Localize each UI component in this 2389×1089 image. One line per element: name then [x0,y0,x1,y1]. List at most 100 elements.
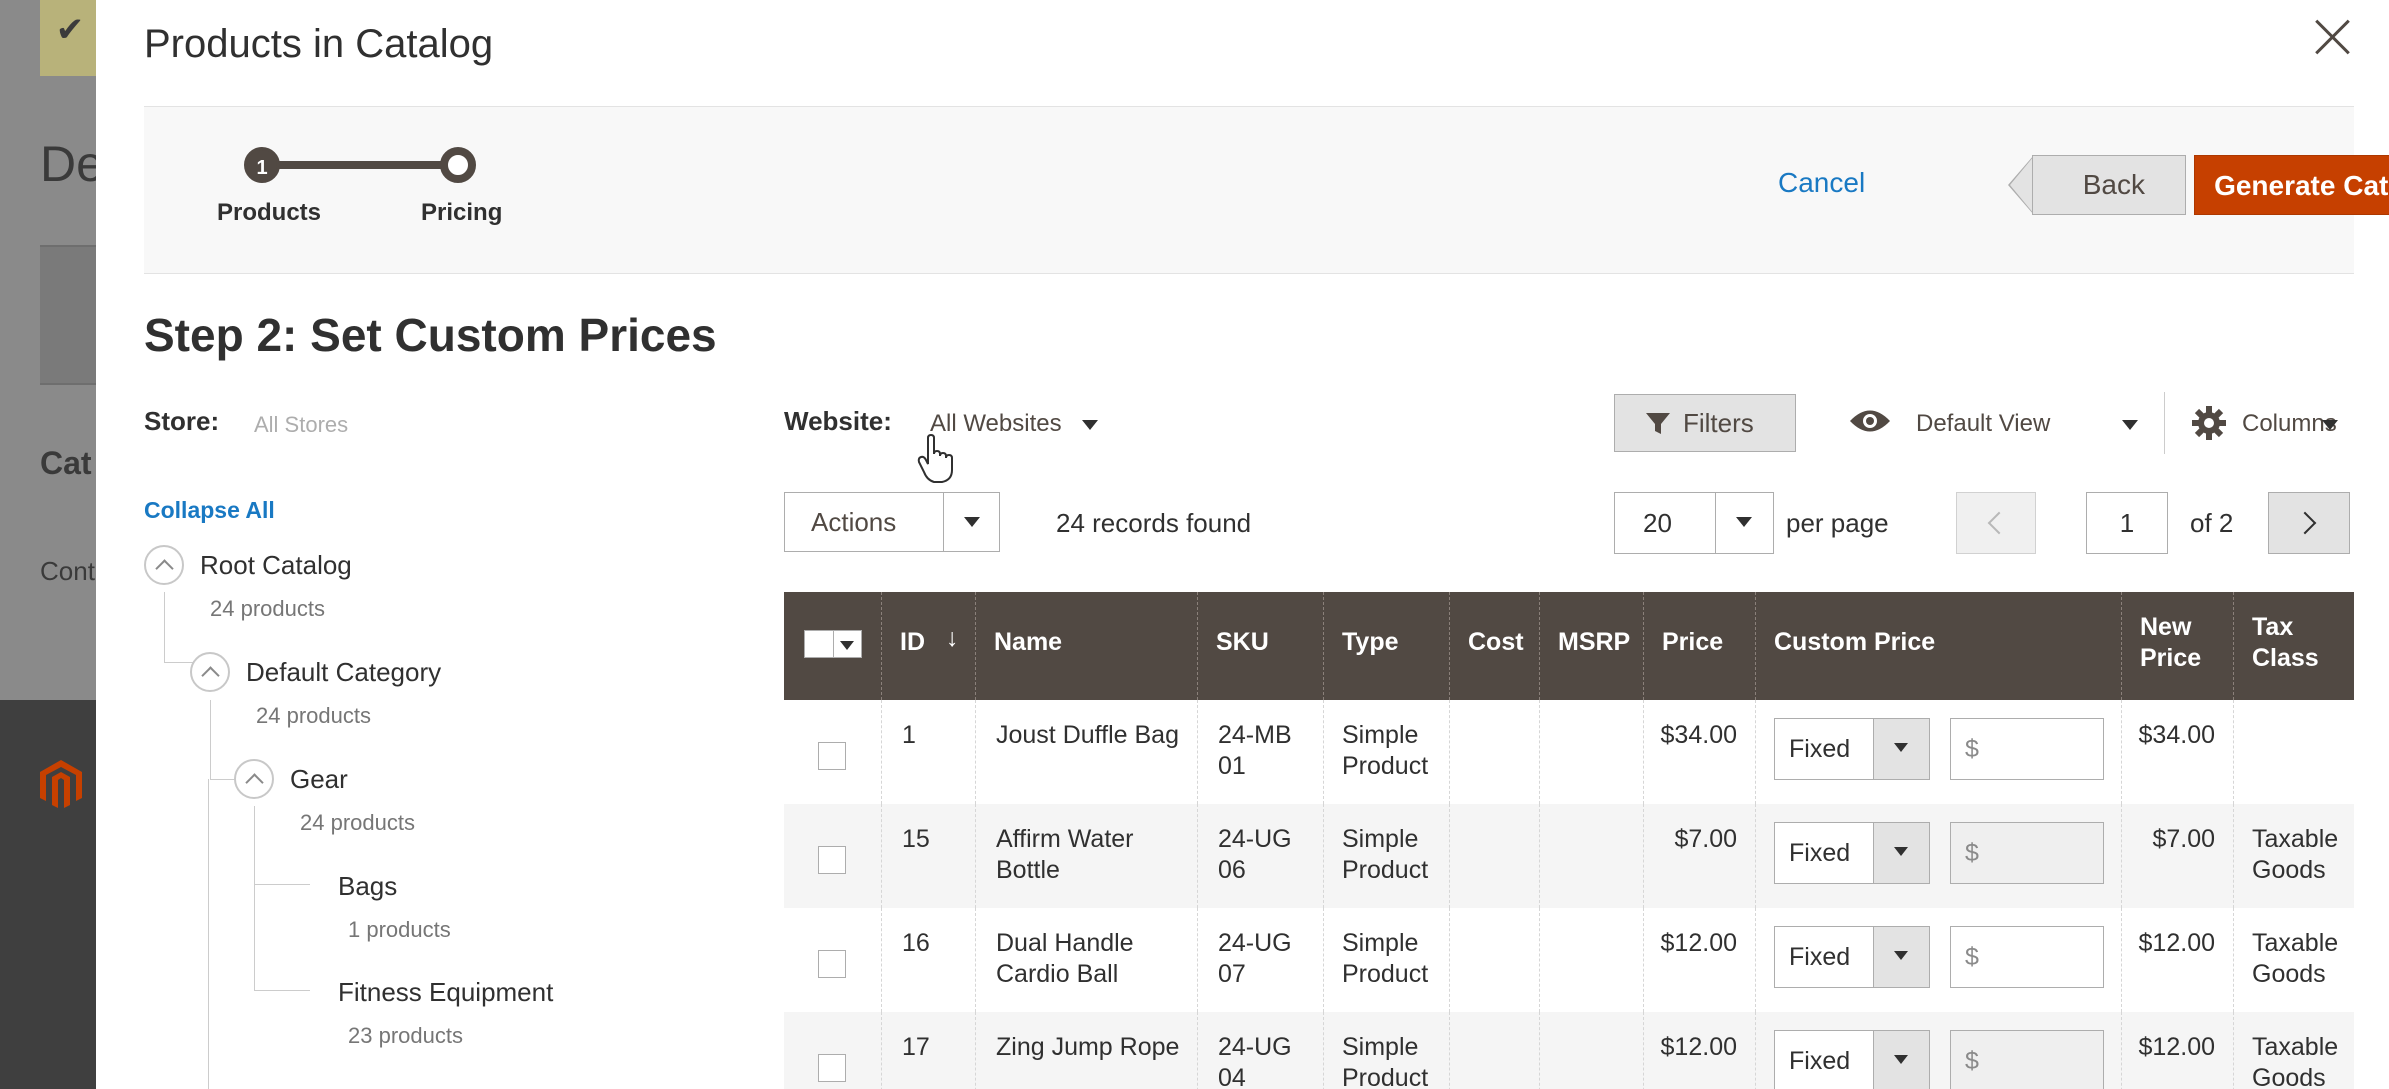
cell-tax-class: Taxable Goods [2252,929,2339,988]
custom-price-type-select[interactable]: Fixed [1774,1030,1930,1089]
actions-select[interactable]: Actions [784,492,1000,552]
gear-icon[interactable] [2192,406,2226,440]
total-pages-label: of 2 [2190,508,2234,538]
tree-connector [210,700,211,780]
chevron-down-icon [1894,951,1908,960]
per-page-select[interactable]: 20 [1614,492,1774,554]
column-header-sku[interactable]: SKU [1198,592,1324,700]
tree-node-bags[interactable]: Bags [338,871,397,902]
page-number-input[interactable]: 1 [2086,492,2168,554]
column-header-type[interactable]: Type [1324,592,1450,700]
wizard-progress-line [264,161,460,169]
sort-arrow-icon: ↓ [946,624,959,652]
cell-sku: 24-UG07 [1198,908,1324,1012]
cell-name: Zing Jump Rope [976,1012,1198,1089]
column-header-cost[interactable]: Cost [1450,592,1540,700]
chevron-right-icon[interactable] [2268,492,2350,554]
actions-arrow[interactable] [943,493,999,551]
close-icon[interactable] [2308,12,2358,62]
custom-price-type-select[interactable]: Fixed [1774,926,1930,988]
chevron-down-icon [1736,517,1752,527]
cell-name: Affirm Water Bottle [976,804,1198,908]
wizard-step-1-indicator[interactable]: 1 [244,147,280,183]
store-switcher[interactable]: All Stores [254,412,348,438]
column-header-new-price[interactable]: New Price [2122,592,2234,700]
wizard-step-pricing[interactable]: Pricing [421,199,502,227]
tree-toggle-default-category[interactable] [190,652,230,692]
row-checkbox[interactable] [818,846,846,874]
custom-price-input[interactable]: $ [1950,718,2104,780]
row-checkbox[interactable] [818,1054,846,1082]
custom-price-input[interactable]: $ [1950,926,2104,988]
tree-node-gear[interactable]: Gear [290,764,348,795]
tree-toggle-root-catalog[interactable] [144,545,184,585]
column-header-name[interactable]: Name [976,592,1198,700]
cell-custom-price: Fixed $ [1756,700,2122,804]
cell-custom-price: Fixed $ [1756,1012,2122,1089]
wizard-step-panel: 1 Products Pricing Cancel Back Generate … [144,106,2389,274]
column-header-id[interactable]: ID ↓ [882,592,976,700]
cell-price: $12.00 [1644,908,1756,1012]
default-view-dropdown[interactable]: Default View [1916,410,2050,438]
store-label: Store: [144,406,220,436]
cancel-button[interactable]: Cancel [1778,167,1865,199]
chevron-down-icon [964,517,980,527]
generate-catalog-button[interactable]: Generate Catalog [2194,155,2389,215]
custom-price-type-select[interactable]: Fixed [1774,822,1930,884]
column-header-custom-price[interactable]: Custom Price [1756,592,2122,700]
chevron-left-icon[interactable] [1956,492,2036,554]
cell-price: $7.00 [1644,804,1756,908]
cell-custom-price: Fixed $ [1756,804,2122,908]
cell-type: Simple Product [1324,804,1450,908]
chevron-down-icon[interactable] [1082,420,1098,430]
tree-node-default-category[interactable]: Default Category [246,657,441,688]
filter-icon [1646,413,1670,434]
chevron-down-icon [1894,1055,1908,1064]
back-button-arrow-fill[interactable] [2010,156,2034,214]
background-panel [40,245,100,385]
custom-price-input[interactable]: $ [1950,822,2104,884]
check-icon: ✔ [40,0,100,76]
tree-count: 24 products [300,810,415,835]
row-select-cell [784,908,882,1012]
custom-price-input[interactable]: $ [1950,1030,2104,1089]
wizard-step-products[interactable]: Products [217,199,321,227]
per-page-arrow[interactable] [1715,493,1773,553]
cell-type: Simple Product [1324,1012,1450,1089]
cell-cost [1450,1012,1540,1089]
cell-sku: 24-UG04 [1198,1012,1324,1089]
collapse-all-link[interactable]: Collapse All [144,497,275,524]
cell-name: Dual Handle Cardio Ball [976,908,1198,1012]
custom-price-type-select[interactable]: Fixed [1774,718,1930,780]
cell-cost [1450,700,1540,804]
chevron-down-icon[interactable] [2322,420,2338,430]
mass-select-checkbox[interactable] [804,630,862,658]
row-checkbox[interactable] [818,950,846,978]
toolbar-divider [2164,392,2165,454]
back-button[interactable]: Back [2032,155,2186,215]
background-content-label: Cont [40,556,95,586]
tree-count: 24 products [210,596,325,621]
cell-new-price: $12.00 [2122,908,2234,1012]
column-header-msrp[interactable]: MSRP [1540,592,1644,700]
tree-toggle-gear[interactable] [234,759,274,799]
tree-connector [254,884,310,885]
tree-node-root-catalog[interactable]: Root Catalog [200,550,352,581]
row-checkbox[interactable] [818,742,846,770]
filters-button[interactable]: Filters [1614,394,1796,452]
table-row: 1 Joust Duffle Bag 24-MB01 Simple Produc… [784,700,2354,804]
chevron-down-icon[interactable] [2122,420,2138,430]
column-header-price[interactable]: Price [1644,592,1756,700]
wizard-step-2-indicator[interactable] [440,147,476,183]
filters-label: Filters [1683,408,1754,438]
eye-icon[interactable] [1848,406,1892,436]
header-select-all[interactable] [784,592,882,700]
cell-id: 16 [882,908,976,1012]
tree-node-fitness-equipment[interactable]: Fitness Equipment [338,977,553,1008]
column-header-tax-class[interactable]: Tax Class [2234,592,2354,700]
table-row: 15 Affirm Water Bottle 24-UG06 Simple Pr… [784,804,2354,908]
cell-new-price: $7.00 [2122,804,2234,908]
hand-cursor-icon [917,434,953,483]
cell-custom-price: Fixed $ [1756,908,2122,1012]
row-select-cell [784,804,882,908]
